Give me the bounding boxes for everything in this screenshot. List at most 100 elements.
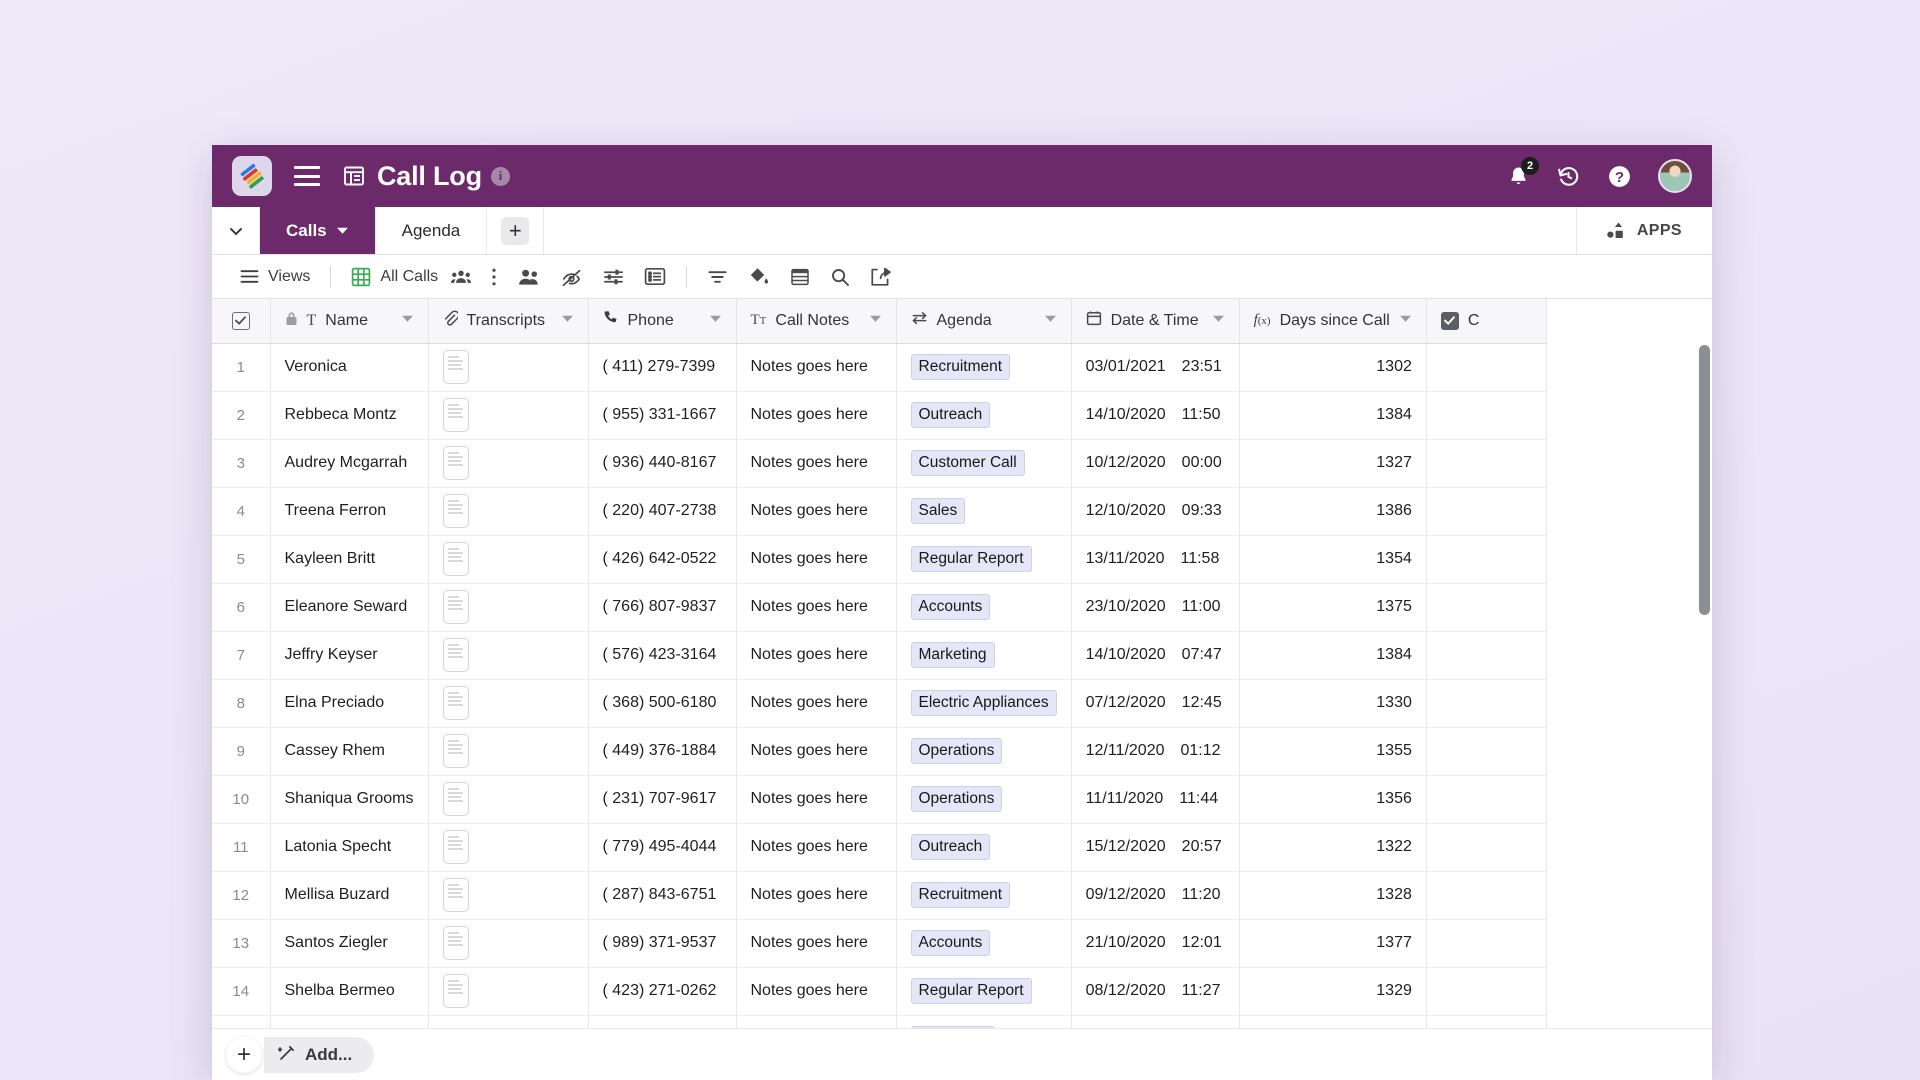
apps-button[interactable]: APPS xyxy=(1577,207,1712,254)
cell-days-since-call[interactable]: 1384 xyxy=(1239,631,1427,680)
hamburger-menu-icon[interactable] xyxy=(294,166,320,186)
field-settings-button[interactable] xyxy=(593,267,634,287)
add-field-button[interactable]: Add... xyxy=(264,1037,375,1073)
cell-phone[interactable]: ( 231) 707-9617 xyxy=(588,775,737,824)
select-all-checkbox[interactable] xyxy=(231,311,250,330)
column-header-days-since-call[interactable]: f(x) Days since Call xyxy=(1239,299,1427,344)
cell-date-time[interactable]: 21/10/2020 12:01 xyxy=(1071,919,1240,968)
cell-days-since-call[interactable]: 1329 xyxy=(1239,967,1427,1016)
cell-agenda[interactable]: Outreach xyxy=(896,823,1072,872)
cell-call-notes[interactable]: Notes goes here xyxy=(736,871,897,920)
cell-transcripts[interactable] xyxy=(428,727,589,776)
cell-transcripts[interactable] xyxy=(428,631,589,680)
cell-call-notes[interactable]: Notes goes here xyxy=(736,583,897,632)
cell-days-since-call[interactable]: 1386 xyxy=(1239,487,1427,536)
cell-agenda[interactable]: Customer Call xyxy=(896,439,1072,488)
column-header-phone[interactable]: Phone xyxy=(588,299,737,344)
table-row[interactable]: 11 Latonia Specht ( 779) 495-4044 Notes goe… xyxy=(212,823,1547,872)
cell-agenda[interactable]: Electric Appliances xyxy=(896,679,1072,728)
cell-transcripts[interactable] xyxy=(428,823,589,872)
cell-date-time[interactable]: 14/10/2020 07:47 xyxy=(1071,631,1240,680)
cell-date-time[interactable]: 03/01/2021 23:51 xyxy=(1071,343,1240,392)
cell-call-notes[interactable]: Notes goes here xyxy=(736,775,897,824)
cell-checkbox[interactable] xyxy=(1426,871,1547,920)
cell-checkbox[interactable] xyxy=(1426,919,1547,968)
tab-agenda[interactable]: Agenda xyxy=(376,207,488,254)
cell-checkbox[interactable] xyxy=(1426,967,1547,1016)
hide-fields-button[interactable] xyxy=(550,267,593,287)
cell-transcripts[interactable] xyxy=(428,439,589,488)
cell-date-time[interactable]: 14/10/2020 11:50 xyxy=(1071,391,1240,440)
cell-checkbox[interactable] xyxy=(1426,679,1547,728)
attachment-thumbnail[interactable] xyxy=(442,446,469,480)
cell-days-since-call[interactable]: 1327 xyxy=(1239,439,1427,488)
caret-down-icon[interactable] xyxy=(869,312,882,330)
cell-transcripts[interactable] xyxy=(428,679,589,728)
cell-agenda[interactable]: Regular Report xyxy=(896,535,1072,584)
cell-phone[interactable]: ( 449) 376-1884 xyxy=(588,727,737,776)
cell-phone[interactable]: ( 411) 279-7399 xyxy=(588,343,737,392)
cell-call-notes[interactable]: Notes goes here xyxy=(736,343,897,392)
caret-down-icon[interactable] xyxy=(561,312,574,330)
current-view-button[interactable]: All Calls xyxy=(341,267,481,287)
cell-checkbox[interactable] xyxy=(1426,487,1547,536)
cell-days-since-call[interactable]: 1375 xyxy=(1239,583,1427,632)
column-header-agenda[interactable]: Agenda xyxy=(896,299,1072,344)
stacked-bars-logo[interactable] xyxy=(232,156,272,196)
attachment-thumbnail[interactable] xyxy=(442,734,469,768)
cell-transcripts[interactable] xyxy=(428,535,589,584)
attachment-thumbnail[interactable] xyxy=(442,542,469,576)
cell-transcripts[interactable] xyxy=(428,919,589,968)
cell-call-notes[interactable]: Notes goes here xyxy=(736,535,897,584)
caret-down-icon[interactable] xyxy=(709,312,722,330)
table-row[interactable]: 13 Santos Ziegler ( 989) 371-9537 Notes goe… xyxy=(212,919,1547,968)
cell-transcripts[interactable] xyxy=(428,871,589,920)
column-header-date-time[interactable]: Date & Time xyxy=(1071,299,1240,344)
cell-phone[interactable]: ( 779) 495-4044 xyxy=(588,823,737,872)
table-row[interactable]: 4 Treena Ferron ( 220) 407-2738 Notes goes … xyxy=(212,487,1547,536)
cell-agenda[interactable]: Accounts xyxy=(896,583,1072,632)
cell-date-time[interactable]: 12/10/2020 09:33 xyxy=(1071,487,1240,536)
color-button[interactable] xyxy=(738,267,780,287)
column-header-name[interactable]: T Name xyxy=(270,299,429,344)
cell-agenda[interactable]: Marketing xyxy=(896,631,1072,680)
avatar[interactable] xyxy=(1658,159,1692,193)
cell-transcripts[interactable] xyxy=(428,487,589,536)
cell-checkbox[interactable] xyxy=(1426,727,1547,776)
column-header-checkbox-field[interactable]: C xyxy=(1426,299,1547,344)
attachment-thumbnail[interactable] xyxy=(442,782,469,816)
help-question-icon[interactable]: ? xyxy=(1607,164,1632,189)
cell-transcripts[interactable] xyxy=(428,967,589,1016)
filter-button[interactable] xyxy=(697,268,738,286)
chevron-down-icon[interactable] xyxy=(212,207,260,254)
cell-date-time[interactable]: 07/12/2020 12:45 xyxy=(1071,679,1240,728)
cell-checkbox[interactable] xyxy=(1426,535,1547,584)
cell-name[interactable]: Shaniqua Grooms xyxy=(270,775,429,824)
cell-name[interactable]: Rebbeca Montz xyxy=(270,391,429,440)
cell-date-time[interactable]: 13/11/2020 11:58 xyxy=(1071,535,1240,584)
cell-agenda[interactable]: Recruitment xyxy=(896,343,1072,392)
cell-checkbox[interactable] xyxy=(1426,775,1547,824)
cell-call-notes[interactable]: Notes goes here xyxy=(736,391,897,440)
cell-checkbox[interactable] xyxy=(1426,631,1547,680)
cell-name[interactable]: Eleanore Seward xyxy=(270,583,429,632)
column-header-transcripts[interactable]: Transcripts xyxy=(428,299,589,344)
attachment-thumbnail[interactable] xyxy=(442,830,469,864)
table-row[interactable]: 3 Audrey Mcgarrah ( 936) 440-8167 Notes goe… xyxy=(212,439,1547,488)
cell-agenda[interactable]: Accounts xyxy=(896,919,1072,968)
attachment-thumbnail[interactable] xyxy=(442,926,469,960)
cell-call-notes[interactable]: Notes goes here xyxy=(736,727,897,776)
cell-checkbox[interactable] xyxy=(1426,439,1547,488)
cell-days-since-call[interactable]: 1384 xyxy=(1239,391,1427,440)
cell-agenda[interactable]: Sales xyxy=(896,487,1072,536)
view-more-menu[interactable] xyxy=(481,267,507,287)
data-grid-container[interactable]: T Name Transcripts Phone TT Call Notes A… xyxy=(212,299,1712,1080)
cell-name[interactable]: Elna Preciado xyxy=(270,679,429,728)
cell-name[interactable]: Mellisa Buzard xyxy=(270,871,429,920)
cell-phone[interactable]: ( 955) 331-1667 xyxy=(588,391,737,440)
bell-icon[interactable]: 2 xyxy=(1507,156,1539,188)
attachment-thumbnail[interactable] xyxy=(442,974,469,1008)
collaborators-button[interactable] xyxy=(507,268,550,286)
cell-transcripts[interactable] xyxy=(428,583,589,632)
table-row[interactable]: 7 Jeffry Keyser ( 576) 423-3164 Notes goes … xyxy=(212,631,1547,680)
